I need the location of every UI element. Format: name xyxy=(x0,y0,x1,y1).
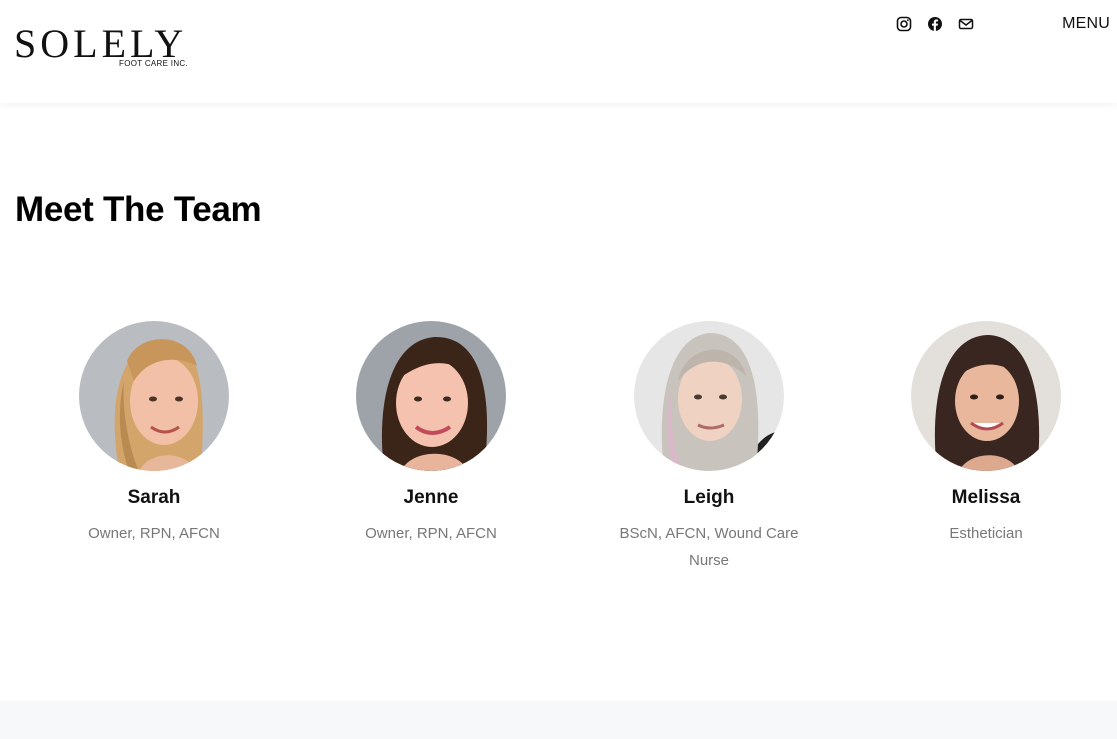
facebook-icon xyxy=(928,17,942,31)
footer-band xyxy=(0,701,1117,739)
member-name: Melissa xyxy=(951,487,1021,508)
avatar xyxy=(79,321,229,471)
menu-button[interactable]: MENU xyxy=(1062,15,1110,33)
team-member-leigh: Leigh BScN, AFCN, Wound Care Nurse xyxy=(599,321,819,574)
instagram-link[interactable] xyxy=(896,16,912,32)
instagram-icon xyxy=(896,16,912,32)
member-role: Esthetician xyxy=(949,525,1023,542)
team-grid: Sarah Owner, RPN, AFCN Jenne Owner, RPN,… xyxy=(0,321,1117,591)
team-member-jenne: Jenne Owner, RPN, AFCN xyxy=(321,321,541,547)
member-role: BScN, AFCN, Wound Care Nurse xyxy=(619,525,799,569)
facebook-link[interactable] xyxy=(927,16,943,32)
social-links xyxy=(896,16,974,32)
avatar xyxy=(911,321,1061,471)
team-member-sarah: Sarah Owner, RPN, AFCN xyxy=(44,321,264,547)
avatar xyxy=(356,321,506,471)
avatar xyxy=(634,321,784,471)
logo-tagline: FOOT CARE INC. xyxy=(119,59,188,68)
logo-wordmark: SOLELY xyxy=(14,21,188,66)
member-name: Sarah xyxy=(127,487,181,508)
logo[interactable]: SOLELY FOOT CARE INC. xyxy=(14,21,194,73)
member-name: Leigh xyxy=(683,487,735,508)
member-role: Owner, RPN, AFCN xyxy=(88,525,220,542)
member-role: Owner, RPN, AFCN xyxy=(365,525,497,542)
team-member-melissa: Melissa Esthetician xyxy=(876,321,1096,547)
section-title: Meet The Team xyxy=(15,190,262,229)
email-icon xyxy=(958,18,974,30)
member-name: Jenne xyxy=(403,487,459,508)
email-link[interactable] xyxy=(958,16,974,32)
site-header: SOLELY FOOT CARE INC. MENU xyxy=(0,0,1117,103)
